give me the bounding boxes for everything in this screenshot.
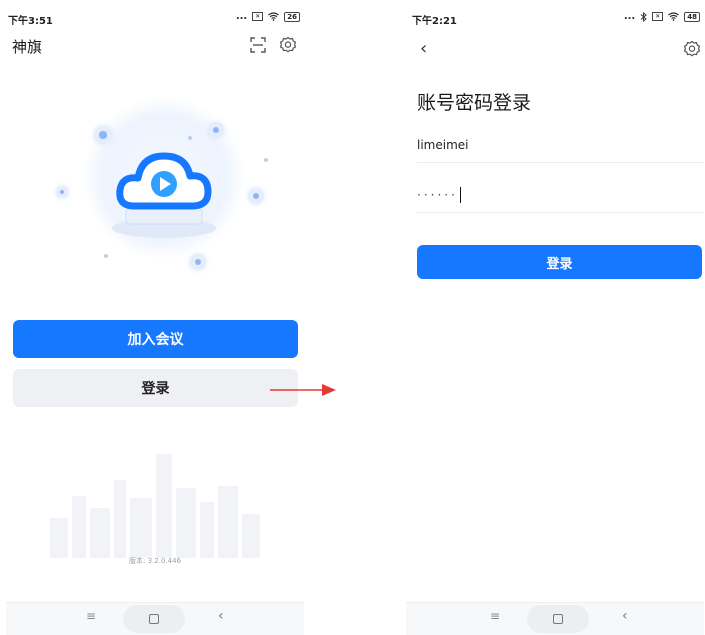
password-value: ······ (417, 188, 458, 202)
wifi-icon (668, 12, 680, 21)
settings-icon[interactable] (279, 36, 297, 54)
app-title: 神旗 (12, 38, 43, 56)
skyline-building (176, 488, 196, 558)
home-screen: 下午3:51 ... ✕ 26 神旗 加入会议 登录 版本: 3.2.0.446… (6, 8, 304, 635)
join-meeting-button[interactable]: 加入会议 (13, 320, 298, 358)
password-field[interactable]: ······ (417, 178, 704, 213)
sparkle-dot (104, 254, 108, 258)
bluetooth-icon (640, 11, 647, 22)
version-label: 版本: 3.2.0.446 (129, 557, 181, 565)
nav-menu-button[interactable]: ≡ (490, 609, 500, 623)
text-cursor (459, 187, 462, 203)
dot-bubble-icon (56, 186, 68, 198)
skyline-building (72, 496, 86, 558)
scan-icon[interactable] (249, 36, 267, 54)
sim-icon: ✕ (252, 12, 264, 21)
username-field[interactable]: limeimei (417, 128, 704, 163)
skyline-building (156, 454, 172, 558)
page-title: 账号密码登录 (417, 92, 532, 114)
settings-icon[interactable] (683, 40, 701, 58)
cloud-play-logo-icon (112, 152, 216, 238)
city-skyline-decoration (42, 448, 268, 558)
more-dots: ... (235, 11, 248, 22)
mic-bubble-icon (248, 188, 264, 204)
hero-illustration (46, 86, 282, 286)
status-time: 下午2:21 (412, 16, 457, 27)
sim-icon: ✕ (652, 12, 664, 21)
status-time: 下午3:51 (8, 16, 53, 27)
home-square-icon (553, 614, 563, 624)
transition-arrow (270, 384, 336, 396)
system-nav-bar: ≡ ‹ (6, 602, 304, 635)
chat-bubble-icon (190, 254, 206, 270)
skyline-building (50, 518, 68, 558)
battery-indicator: 26 (284, 11, 300, 22)
sparkle-dot (264, 158, 268, 162)
more-dots: ... (623, 11, 636, 22)
skyline-building (242, 514, 260, 558)
status-icons: ... ✕ 48 (624, 11, 700, 22)
nav-home-button[interactable] (123, 605, 185, 633)
system-nav-bar: ≡ ‹ (406, 602, 704, 635)
back-icon[interactable]: ‹ (420, 38, 427, 59)
skyline-building (90, 508, 110, 558)
skyline-building (114, 480, 126, 558)
status-bar: 下午2:21 ... ✕ 48 (406, 8, 704, 28)
battery-indicator: 48 (684, 11, 700, 22)
submit-login-button[interactable]: 登录 (417, 245, 702, 279)
skyline-building (130, 498, 152, 558)
nav-back-button[interactable]: ‹ (218, 608, 224, 624)
skyline-building (200, 502, 214, 558)
skyline-building (218, 486, 238, 558)
status-bar: 下午3:51 ... ✕ 26 (6, 8, 304, 28)
nav-menu-button[interactable]: ≡ (86, 609, 96, 623)
login-button[interactable]: 登录 (13, 369, 298, 407)
home-square-icon (149, 614, 159, 624)
status-icons: ... ✕ 26 (236, 11, 300, 22)
nav-back-button[interactable]: ‹ (622, 608, 628, 624)
username-value: limeimei (417, 138, 469, 152)
login-screen: 下午2:21 ... ✕ 48 ‹ 账号密码登录 limeimei ······… (406, 8, 704, 635)
nav-home-button[interactable] (527, 605, 589, 633)
wifi-icon (268, 12, 280, 21)
